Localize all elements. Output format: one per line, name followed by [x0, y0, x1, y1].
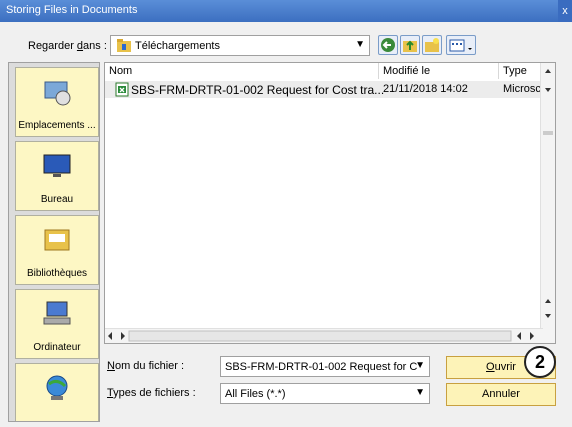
- up-folder-icon: [403, 40, 417, 52]
- file-type-value: All Files (*.*): [225, 388, 286, 400]
- place-libraries[interactable]: Bibliothèques: [15, 215, 99, 285]
- place-recent[interactable]: Emplacements ...: [15, 67, 99, 137]
- excel-file-icon: [115, 82, 129, 97]
- file-type: Microsc: [503, 83, 541, 95]
- look-in-dropdown[interactable]: Téléchargements ▼: [110, 35, 370, 56]
- window-title: Storing Files in Documents: [6, 4, 138, 16]
- network-globe-icon: [46, 375, 68, 400]
- back-button[interactable]: [378, 35, 398, 55]
- place-label: Bibliothèques: [26, 268, 88, 279]
- new-folder-button[interactable]: [422, 35, 442, 55]
- column-name-header[interactable]: Nom: [105, 63, 379, 79]
- up-folder-button[interactable]: [400, 35, 420, 55]
- place-computer[interactable]: Ordinateur: [15, 289, 99, 359]
- column-type-header[interactable]: Type: [499, 63, 543, 79]
- file-name-label: Nom du fichier :: [107, 360, 185, 372]
- title-bar: Storing Files in Documents x: [0, 0, 572, 22]
- recent-places-icon: [44, 81, 71, 106]
- place-network[interactable]: [15, 363, 99, 421]
- cancel-button[interactable]: Annuler: [446, 383, 556, 406]
- file-type-select[interactable]: All Files (*.*) ▼: [220, 383, 430, 404]
- libraries-icon: [44, 229, 70, 251]
- desktop-icon: [43, 154, 71, 177]
- computer-icon: [43, 301, 71, 325]
- scrollbar-arrows-icon: [108, 330, 534, 342]
- chevron-down-icon: ▼: [355, 39, 365, 50]
- place-label: Bureau: [40, 194, 74, 205]
- file-row[interactable]: SBS-FRM-DRTR-01-002 Request for Cost tra…: [105, 81, 543, 98]
- file-name: SBS-FRM-DRTR-01-002 Request for Cost tra…: [131, 83, 385, 97]
- new-folder-icon: [425, 38, 439, 52]
- file-type-label: Types de fichiers :: [107, 387, 196, 399]
- file-name-field[interactable]: SBS-FRM-DRTR-01-002 Request for C ▼: [220, 356, 430, 377]
- chevron-down-icon: ▼: [415, 360, 425, 371]
- scrollbar-arrows-icon: [543, 69, 553, 318]
- downloads-folder-icon: [117, 39, 131, 52]
- column-modified-header[interactable]: Modifié le: [379, 63, 499, 79]
- place-desktop[interactable]: Bureau: [15, 141, 99, 211]
- file-modified: 21/11/2018 14:02: [383, 83, 468, 95]
- vertical-scrollbar[interactable]: [540, 63, 555, 343]
- chevron-down-icon: ▼: [415, 387, 425, 398]
- horizontal-scrollbar[interactable]: [105, 328, 543, 343]
- place-label: Ordinateur: [33, 342, 81, 353]
- close-button[interactable]: x: [558, 0, 572, 22]
- place-label: Emplacements ...: [18, 120, 96, 131]
- look-in-label: Regarder dans :: [28, 40, 107, 52]
- file-list[interactable]: Nom Modifié le Type SBS-FRM-DRTR-01-002 …: [104, 62, 556, 344]
- step-number-badge: 2: [524, 346, 556, 378]
- view-menu-button[interactable]: [446, 35, 476, 55]
- look-in-value: Téléchargements: [135, 40, 220, 52]
- places-bar: Emplacements ... Bureau Bibliothèques Or…: [8, 62, 100, 422]
- back-arrow-icon: [381, 38, 395, 52]
- view-menu-icon: [449, 39, 472, 52]
- file-name-value: SBS-FRM-DRTR-01-002 Request for C: [225, 361, 418, 373]
